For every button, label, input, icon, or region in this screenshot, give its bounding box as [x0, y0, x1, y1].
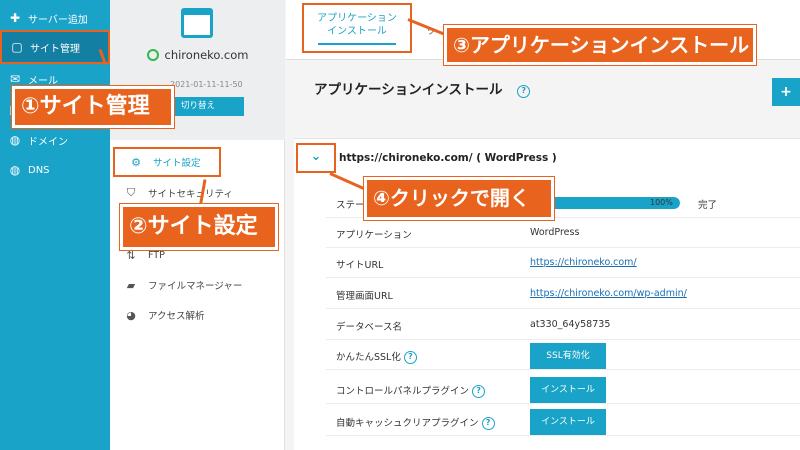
- annotation-step-1: ①サイト管理: [12, 86, 174, 128]
- row-label: コントロールパネルプラグイン ?: [336, 383, 486, 398]
- shield-icon: ⛉: [126, 186, 136, 199]
- detail-row-ssl: かんたんSSL化 ? SSL有効化: [326, 340, 800, 370]
- site-date: 2021-01-11-11-50: [170, 80, 243, 89]
- nav-item-site-management[interactable]: ▢ サイト管理: [0, 30, 110, 64]
- help-icon[interactable]: ?: [481, 416, 495, 430]
- site-url-link[interactable]: https://chironeko.com/: [530, 257, 637, 268]
- progress-percent: 100%: [650, 198, 673, 207]
- nav-item-domain[interactable]: ◍ ドメイン: [0, 125, 110, 155]
- add-button[interactable]: +: [772, 78, 800, 106]
- detail-row-admin-url: 管理画面URL https://chironeko.com/wp-admin/: [326, 279, 800, 309]
- row-label: データベース名: [336, 322, 403, 333]
- submenu-label: FTP: [148, 249, 165, 261]
- row-value: at330_64y58735: [530, 319, 611, 330]
- admin-url-link[interactable]: https://chironeko.com/wp-admin/: [530, 288, 687, 299]
- status-done: 完了: [698, 200, 718, 211]
- submenu-access-analysis[interactable]: ◕ アクセス解析: [110, 300, 285, 330]
- detail-row-database: データベース名 at330_64y58735: [326, 310, 800, 340]
- detail-row-control-panel-plugin: コントロールパネルプラグイン ? インストール: [326, 374, 800, 404]
- annotation-step-2: ②サイト設定: [120, 204, 278, 250]
- page-title: アプリケーションインストール ?: [314, 78, 531, 98]
- help-icon[interactable]: ?: [403, 350, 417, 364]
- row-label: 管理画面URL: [336, 291, 393, 302]
- nav-item-label: ドメイン: [28, 136, 68, 148]
- browser-window-icon: [181, 8, 213, 38]
- submenu-site-settings[interactable]: ⚙ サイト設定: [113, 147, 221, 177]
- detail-row-site-url: サイトURL https://chironeko.com/: [326, 248, 800, 278]
- row-value: WordPress: [530, 227, 580, 238]
- nav-item-label: サイト管理: [30, 43, 80, 55]
- globe-icon: ◍: [9, 133, 21, 147]
- install-control-panel-plugin-button[interactable]: インストール: [530, 377, 606, 403]
- site-name: chironeko.com: [110, 48, 285, 62]
- row-label: 自動キャッシュクリアプラグイン ?: [336, 415, 495, 430]
- power-status-icon: [146, 49, 159, 61]
- install-cache-clear-plugin-button[interactable]: インストール: [530, 409, 606, 435]
- row-label: アプリケーション: [336, 230, 412, 241]
- annotation-step-4: ④クリックで開く: [364, 177, 554, 220]
- submenu-label: アクセス解析: [148, 311, 205, 322]
- transfer-icon: ⇅: [126, 248, 136, 262]
- submenu-label: サイトセキュリティ: [148, 189, 233, 200]
- left-nav: ✚ サーバー追加 ▢ サイト管理 ✉ メール ❐ ◍ ドメイン ◍ DNS: [0, 0, 110, 450]
- detail-row-application: アプリケーション WordPress: [326, 218, 800, 248]
- globe-icon: ◍: [9, 163, 21, 177]
- help-icon[interactable]: ?: [517, 84, 531, 98]
- submenu-label: ファイルマネージャー: [148, 281, 243, 292]
- detail-row-cache-clear-plugin: 自動キャッシュクリアプラグイン ? インストール: [326, 406, 800, 436]
- plus-icon: ✚: [9, 11, 21, 25]
- pie-chart-icon: ◕: [126, 308, 136, 322]
- nav-item-add-server[interactable]: ✚ サーバー追加: [0, 3, 110, 33]
- folder-icon: ▰: [126, 278, 136, 292]
- tab-application-install[interactable]: アプリケーション インストール: [302, 3, 412, 53]
- app-title: https://chironeko.com/ ( WordPress ): [339, 152, 557, 164]
- annotation-step-3: ③アプリケーションインストール: [444, 25, 756, 65]
- submenu-file-manager[interactable]: ▰ ファイルマネージャー: [110, 270, 285, 300]
- nav-item-dns[interactable]: ◍ DNS: [0, 155, 110, 185]
- gear-doc-icon: ⚙: [131, 155, 141, 169]
- row-label: かんたんSSL化 ?: [336, 349, 417, 364]
- row-label: サイトURL: [336, 260, 384, 271]
- help-icon[interactable]: ?: [472, 384, 486, 398]
- nav-item-label: メール: [28, 75, 58, 87]
- ssl-enable-button[interactable]: SSL有効化: [530, 343, 606, 369]
- nav-item-label: サーバー追加: [28, 14, 88, 26]
- expand-chevron-icon[interactable]: ⌄: [296, 143, 336, 173]
- nav-item-label: DNS: [28, 164, 50, 176]
- main-content: アプリケーション インストール ッ アプリケーションインストール ? + ⌄ h…: [286, 0, 800, 450]
- mail-icon: ✉: [9, 72, 21, 86]
- submenu-label: サイト設定: [153, 158, 201, 169]
- window-icon: ▢: [11, 40, 23, 54]
